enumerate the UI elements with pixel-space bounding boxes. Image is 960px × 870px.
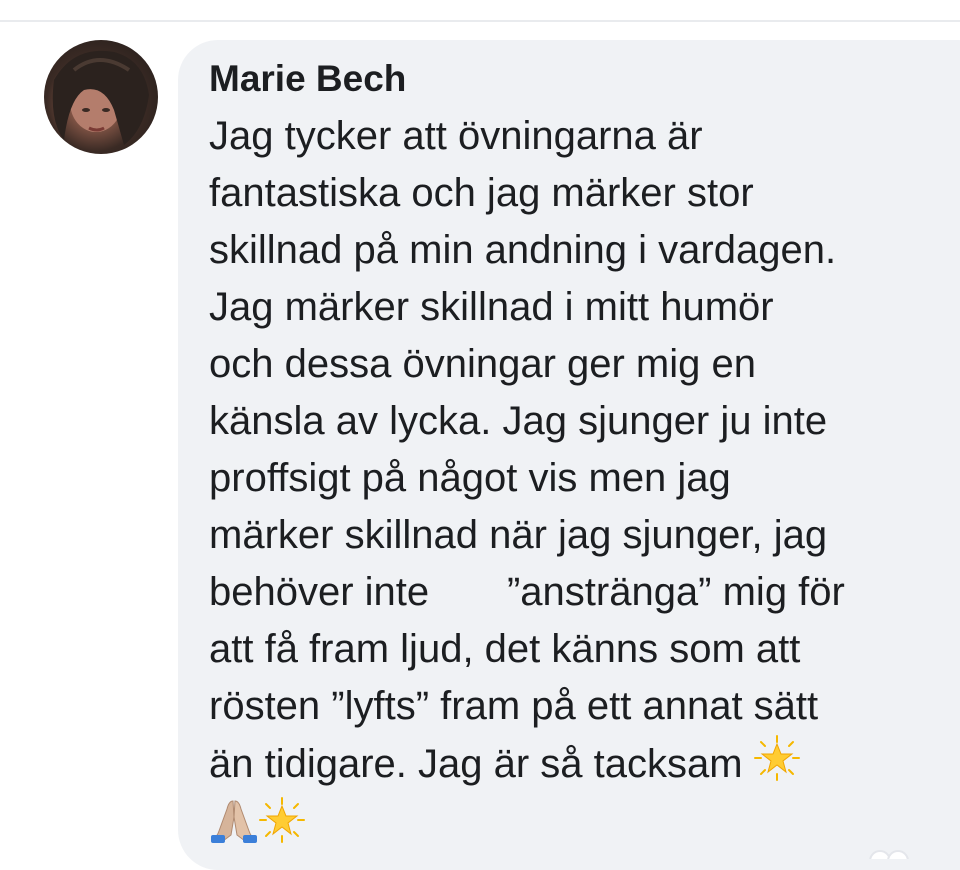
comment-line: fantastiska och jag märker stor — [209, 171, 754, 215]
comment-line: proffsigt på något vis men jag — [209, 456, 731, 500]
comment-line: behöver inte ”anstränga” mig för — [209, 570, 845, 614]
avatar-photo — [52, 50, 149, 145]
comment-line: än tidigare. Jag är så tacksam — [209, 742, 754, 786]
reaction-count-peek[interactable] — [850, 846, 930, 870]
comment-line: skillnad på min andning i vardagen. — [209, 228, 837, 272]
comment-line: rösten ”lyfts” fram på ett annat sätt — [209, 684, 819, 728]
comment-line: märker skillnad när jag sjunger, jag — [209, 513, 828, 557]
comment-line-with-emoji: än tidigare. Jag är så tacksam — [209, 735, 949, 797]
glowing-star-icon — [753, 735, 800, 797]
comment-line: Jag tycker att övningarna är — [209, 114, 703, 158]
comment-line: att få fram ljud, det känns som att — [209, 627, 801, 671]
folded-hands-icon — [209, 797, 259, 859]
emoji-line — [209, 797, 949, 859]
comment-line: Jag märker skillnad i mitt humör — [209, 285, 774, 329]
comment-line: och dessa övningar ger mig en — [209, 342, 756, 386]
glowing-star-icon — [259, 797, 305, 859]
comment-line: känsla av lycka. Jag sjunger ju inte — [209, 399, 828, 443]
comment-text: Jag tycker att övningarna är fantastiska… — [209, 108, 949, 859]
avatar[interactable] — [44, 40, 158, 154]
comment-author-name[interactable]: Marie Bech — [209, 58, 406, 100]
top-divider — [0, 20, 960, 22]
